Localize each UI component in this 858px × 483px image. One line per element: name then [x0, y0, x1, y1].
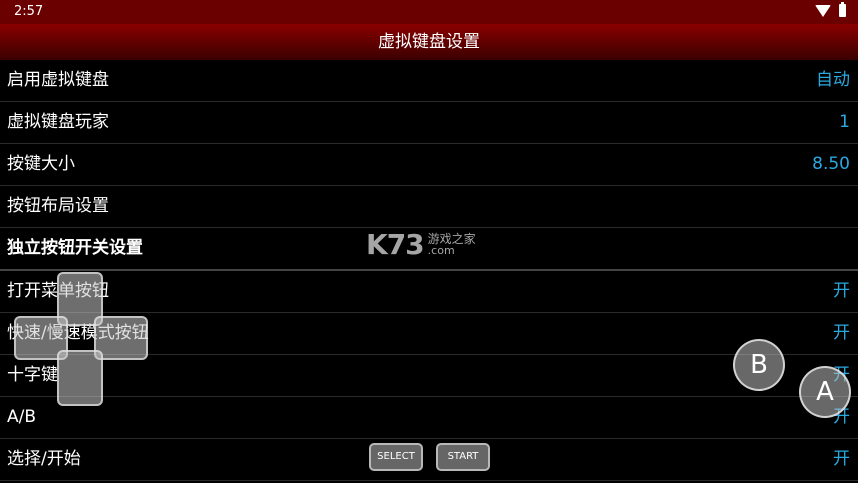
status-time: 2:57 — [14, 4, 44, 19]
watermark-logo: K73 游戏之家 .com — [366, 228, 476, 261]
setting-label: 按钮布局设置 — [7, 196, 109, 216]
setting-label: 选择/开始 — [7, 449, 81, 469]
a-button[interactable]: A — [799, 366, 851, 418]
setting-row-menu-button[interactable]: 打开菜单按钮 开 — [0, 271, 858, 313]
setting-label: 十字键 — [7, 365, 58, 385]
select-button[interactable]: SELECT — [369, 443, 423, 471]
setting-row-keyboard-player[interactable]: 虚拟键盘玩家 1 — [0, 102, 858, 144]
section-label: 独立按钮开关设置 — [7, 238, 143, 258]
setting-value: 开 — [833, 281, 850, 301]
dpad-down-button[interactable] — [57, 350, 103, 406]
battery-icon — [839, 2, 846, 17]
title-bar: 虚拟键盘设置 — [0, 24, 858, 60]
b-button[interactable]: B — [733, 339, 785, 391]
wifi-icon — [815, 4, 831, 17]
setting-value: 1 — [839, 112, 850, 132]
setting-row-select-start[interactable]: 选择/开始 开 — [0, 439, 858, 481]
watermark-brand: K73 — [366, 228, 425, 261]
watermark-line1: 游戏之家 — [427, 231, 476, 246]
setting-row-enable-virtual-keyboard[interactable]: 启用虚拟键盘 自动 — [0, 60, 858, 102]
setting-row-dpad[interactable]: 十字键 开 — [0, 355, 858, 397]
page-title: 虚拟键盘设置 — [378, 32, 480, 52]
setting-label: 虚拟键盘玩家 — [7, 112, 109, 132]
setting-value: 自动 — [816, 70, 850, 90]
setting-label: 按键大小 — [7, 154, 75, 174]
setting-row-button-size[interactable]: 按键大小 8.50 — [0, 144, 858, 186]
setting-row-button-layout[interactable]: 按钮布局设置 — [0, 186, 858, 228]
status-bar: 2:57 — [0, 0, 858, 24]
setting-row-ab[interactable]: A/B 开 — [0, 397, 858, 439]
settings-list: 启用虚拟键盘 自动 虚拟键盘玩家 1 按键大小 8.50 按钮布局设置 独立按钮… — [0, 60, 858, 481]
setting-label: A/B — [7, 407, 37, 427]
watermark-line2: .com — [427, 243, 455, 257]
setting-value: 开 — [833, 323, 850, 343]
setting-value: 开 — [833, 449, 850, 469]
start-button[interactable]: START — [436, 443, 490, 471]
status-icons — [815, 2, 846, 17]
setting-value: 8.50 — [812, 154, 850, 174]
setting-label: 启用虚拟键盘 — [7, 70, 109, 90]
